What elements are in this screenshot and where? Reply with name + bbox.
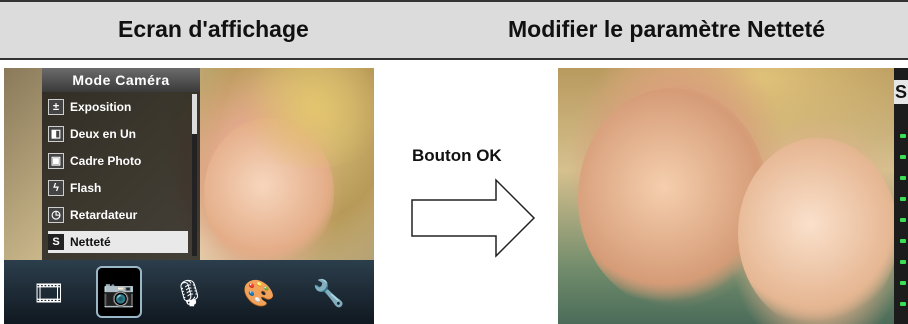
mode-bar: 🎞 📷 🎙 🎨 🔧 bbox=[4, 260, 374, 324]
right-arrow-icon bbox=[411, 178, 536, 258]
menu-item-label: Cadre Photo bbox=[70, 154, 142, 168]
menu-item[interactable]: ▣ Cadre Photo bbox=[48, 150, 188, 172]
sharpness-level-bar bbox=[894, 68, 908, 324]
menu-item[interactable]: ± Exposition bbox=[48, 96, 188, 118]
flash-icon: ϟ bbox=[48, 180, 64, 196]
photo-frame-icon: ▣ bbox=[48, 153, 64, 169]
sharpness-tick bbox=[900, 197, 906, 201]
sharpness-icon: S bbox=[48, 234, 64, 250]
menu-item[interactable]: ◧ Deux en Un bbox=[48, 123, 188, 145]
two-in-one-icon: ◧ bbox=[48, 126, 64, 142]
menu-item-label: Exposition bbox=[70, 100, 132, 114]
menu-scroll-thumb[interactable] bbox=[192, 94, 197, 134]
right-column-title: Modifier le paramètre Netteté bbox=[508, 16, 825, 42]
camera-mode-icon[interactable]: 📷 bbox=[96, 266, 142, 318]
sharpness-tick bbox=[900, 176, 906, 180]
sharpness-tick bbox=[900, 155, 906, 159]
menu-scrollbar[interactable] bbox=[192, 94, 197, 256]
movie-mode-icon[interactable]: 🎞 bbox=[26, 272, 72, 314]
sharpness-tick bbox=[900, 260, 906, 264]
menu-item-label: Netteté bbox=[70, 235, 111, 249]
header-bar: Ecran d'affichage Modifier le paramètre … bbox=[0, 0, 908, 60]
effects-mode-icon[interactable]: 🎨 bbox=[236, 272, 282, 314]
display-screen-before: Mode Caméra ± Exposition ◧ Deux en Un ▣ Cadre… bbox=[4, 68, 374, 324]
menu-item-label: Deux en Un bbox=[70, 127, 137, 141]
sharpness-tick bbox=[900, 302, 906, 306]
sharpness-tick bbox=[900, 218, 906, 222]
display-screen-after: S bbox=[558, 68, 908, 324]
voice-mode-icon[interactable]: 🎙 bbox=[166, 272, 212, 314]
photo-man-face bbox=[578, 88, 768, 308]
sharpness-tick bbox=[900, 239, 906, 243]
sharpness-letter: S bbox=[894, 80, 908, 104]
left-column-title: Ecran d'affichage bbox=[118, 16, 309, 42]
menu-item[interactable]: ϟ Flash bbox=[48, 177, 188, 199]
camera-menu-panel: Mode Caméra ± Exposition ◧ Deux en Un ▣ Cadre… bbox=[42, 68, 200, 260]
self-timer-icon: ◷ bbox=[48, 207, 64, 223]
photo-child-face bbox=[738, 138, 898, 324]
menu-item-label: Retardateur bbox=[70, 208, 138, 222]
setup-mode-icon[interactable]: 🔧 bbox=[306, 272, 352, 314]
exposure-icon: ± bbox=[48, 99, 64, 115]
sharpness-tick bbox=[900, 281, 906, 285]
menu-title: Mode Caméra bbox=[42, 68, 200, 92]
menu-item-label: Flash bbox=[70, 181, 102, 195]
menu-item[interactable]: S Netteté bbox=[48, 231, 188, 253]
ok-button-label: Bouton OK bbox=[412, 146, 502, 165]
menu-item[interactable]: ◷ Retardateur bbox=[48, 204, 188, 226]
sharpness-tick bbox=[900, 134, 906, 138]
